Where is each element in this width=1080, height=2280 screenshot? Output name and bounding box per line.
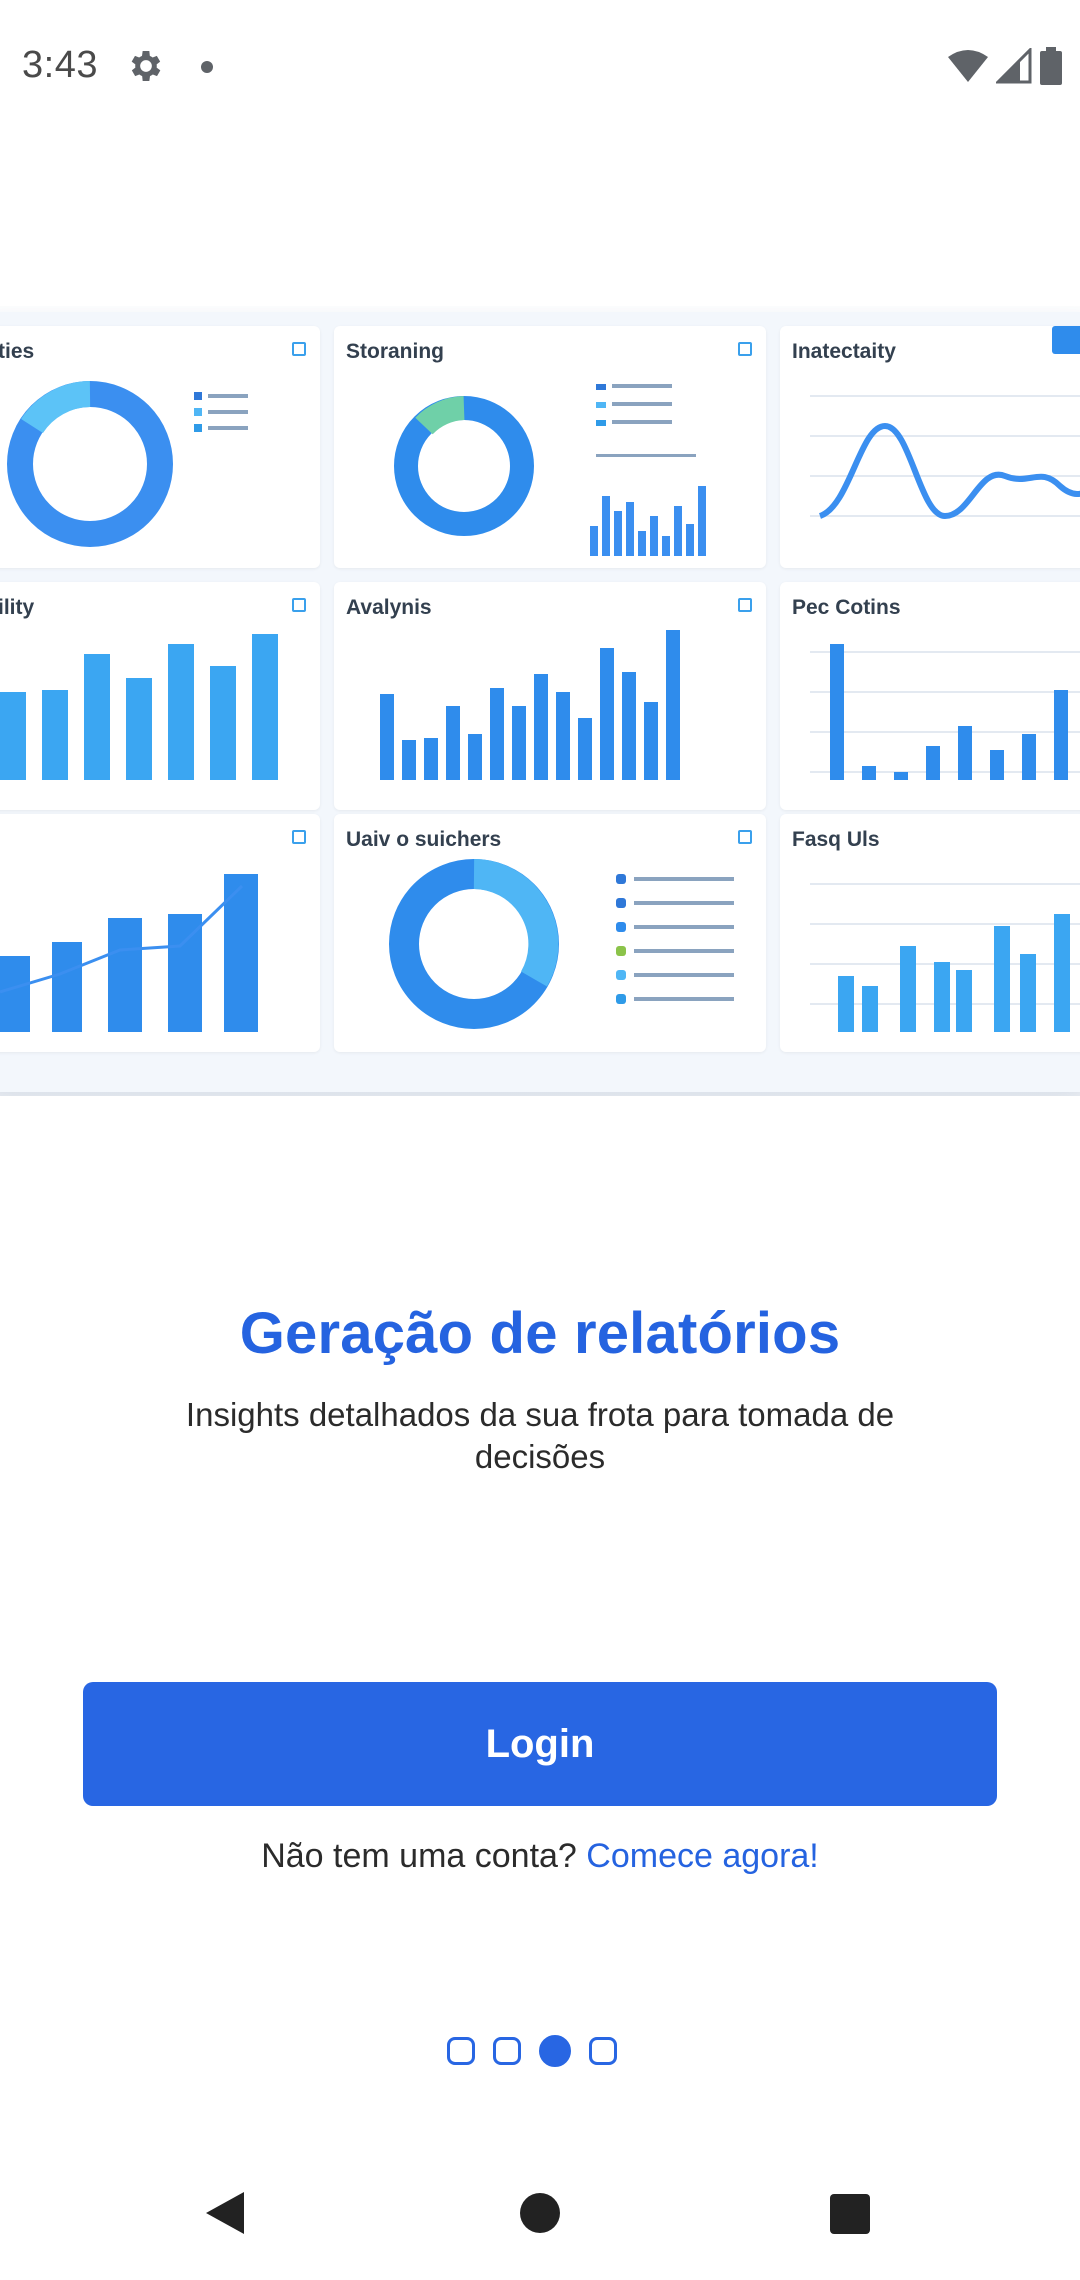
dashboard-card: Uaiv o suichers (334, 814, 766, 1052)
dashboard-card: Fasq Uls (780, 814, 1080, 1052)
signup-prompt: Não tem uma conta? (261, 1837, 577, 1875)
dashboard-card: Inatectaity (780, 326, 1080, 568)
login-button[interactable]: Login (83, 1682, 997, 1806)
signal-icon (996, 48, 1032, 84)
home-icon[interactable] (520, 2193, 560, 2233)
page-subtitle: Insights detalhados da sua frota para to… (185, 1396, 895, 1475)
bar-chart-graphic (810, 644, 1080, 780)
notification-dot-icon (201, 61, 213, 73)
dashboard-card (0, 814, 320, 1052)
page-indicator-dot-active[interactable] (539, 2035, 571, 2067)
dashboard-card: Avalynis (334, 582, 766, 810)
bar-line-chart-graphic (0, 874, 258, 1032)
line-chart-graphic (810, 326, 1080, 520)
dashboard-card: Storaning (334, 326, 766, 568)
battery-icon (1040, 47, 1062, 85)
back-icon[interactable] (204, 2190, 246, 2236)
dashboard-card: ility (0, 582, 320, 810)
bar-chart-graphic (380, 630, 680, 780)
page-indicator-dot[interactable] (493, 2037, 521, 2065)
page-indicator-dot[interactable] (589, 2037, 617, 2065)
bar-chart-graphic (810, 883, 1080, 1032)
donut-chart-graphic (389, 859, 734, 1029)
recents-icon[interactable] (830, 2194, 870, 2234)
status-time: 3:43 (22, 44, 98, 86)
signup-link[interactable]: Comece agora! (586, 1837, 818, 1875)
gear-icon (131, 51, 161, 81)
status-bar: 3:43 (0, 0, 1080, 134)
status-icons (948, 46, 1062, 86)
bar-chart-graphic (0, 634, 278, 780)
dashboard-card: Pec Cotins (780, 582, 1080, 810)
dashboard-card: ties (0, 326, 320, 568)
donut-chart-graphic (7, 381, 248, 547)
signup-row: Não tem uma conta? Comece agora! (0, 1837, 1080, 1876)
navigation-bar (0, 2160, 1080, 2280)
wifi-icon (948, 50, 988, 82)
page-title: Geração de relatórios (239, 1301, 841, 1366)
page-indicator (447, 2035, 617, 2067)
page-indicator-dot[interactable] (447, 2037, 475, 2065)
donut-bar-chart-graphic (394, 384, 706, 556)
dashboard-illustration: ties Storaning Inatectaity ility Avalyni… (0, 306, 1080, 1096)
